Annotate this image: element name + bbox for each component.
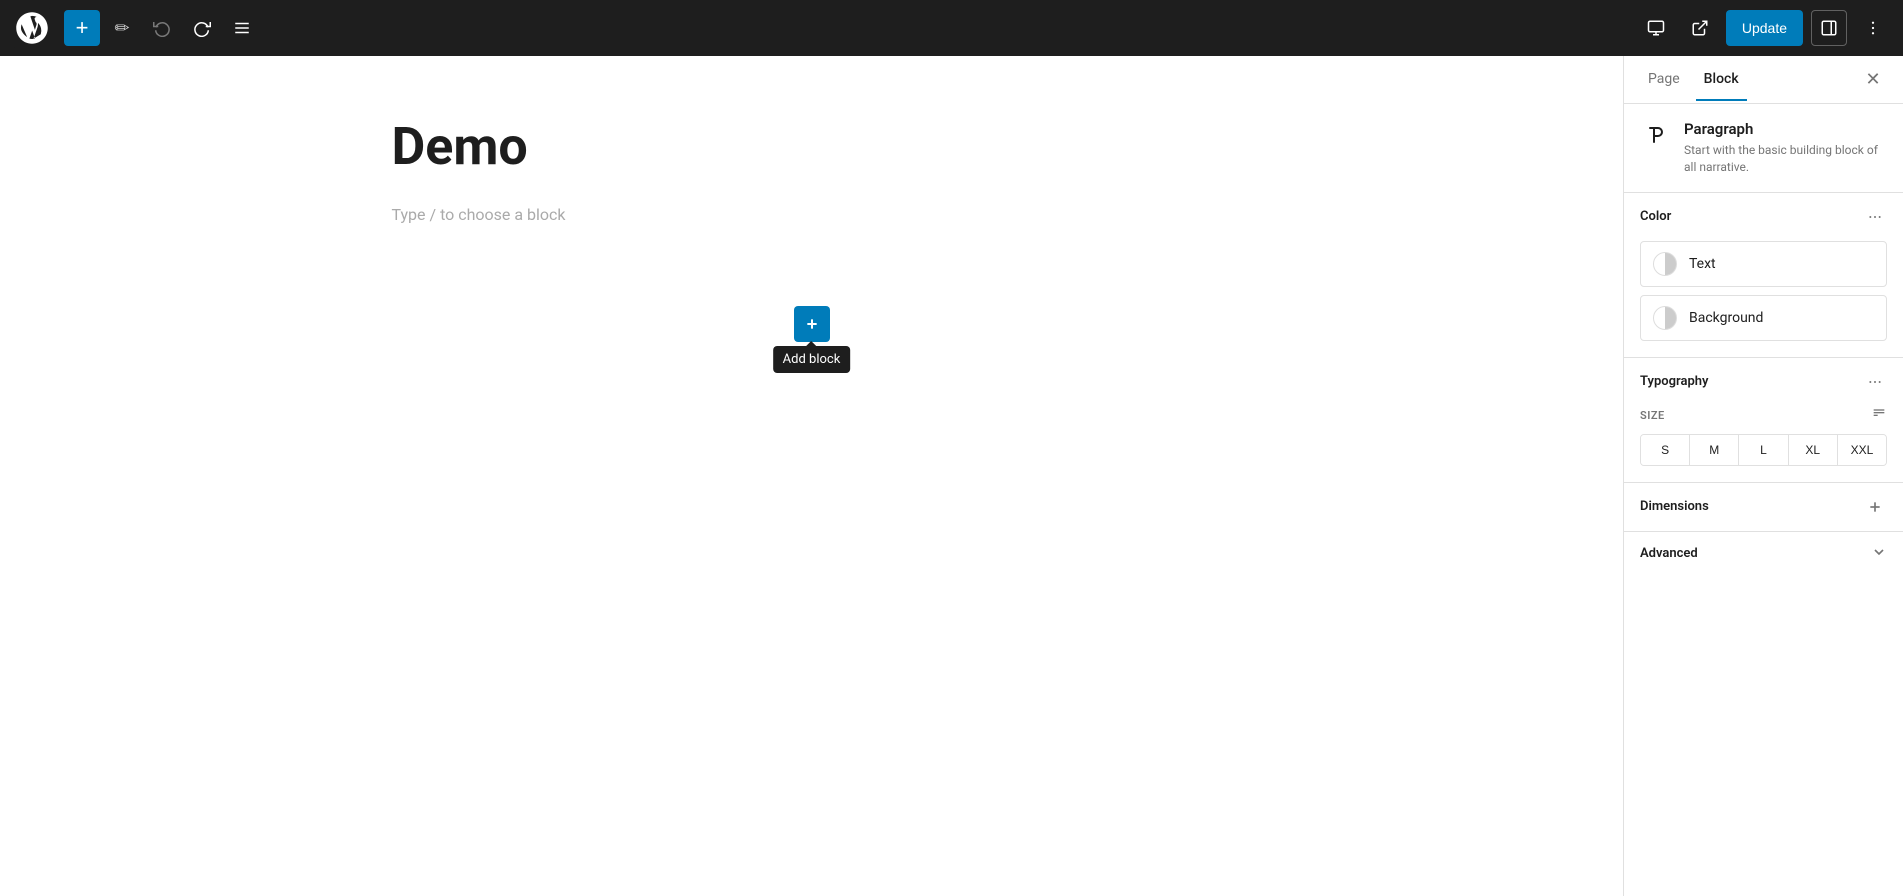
size-btn-xl[interactable]: XL [1789,435,1838,465]
size-btn-m[interactable]: M [1690,435,1739,465]
add-block-tooltip: Add block [773,346,851,373]
size-btn-s[interactable]: S [1641,435,1690,465]
color-section: Color Text Background [1624,193,1903,358]
sidebar-toggle-button[interactable] [1811,10,1847,46]
undo-button[interactable] [144,10,180,46]
dimensions-section: Dimensions [1624,483,1903,532]
color-section-header: Color [1624,193,1903,241]
size-label: SIZE [1640,406,1887,426]
edit-tool-button[interactable]: ✏ [104,10,140,46]
wp-logo-icon [12,8,52,48]
size-buttons: S M L XL XXL [1640,434,1887,466]
tab-block[interactable]: Block [1696,59,1747,101]
add-block-toolbar-button[interactable]: + [64,10,100,46]
dimensions-title: Dimensions [1640,499,1709,514]
color-option-text[interactable]: Text [1640,241,1887,287]
typography-controls: SIZE S M L XL XXL [1624,406,1903,482]
color-section-title: Color [1640,209,1671,224]
redo-button[interactable] [184,10,220,46]
size-btn-xxl[interactable]: XXL [1838,435,1886,465]
block-description: Start with the basic building block of a… [1684,142,1887,176]
editor-canvas[interactable]: Demo Type / to choose a block Add block [0,56,1623,896]
list-view-button[interactable] [224,10,260,46]
paragraph-icon [1640,120,1672,152]
advanced-title: Advanced [1640,546,1698,561]
color-option-background[interactable]: Background [1640,295,1887,341]
size-controls-icon [1871,406,1887,426]
sidebar-header: Page Block ✕ [1624,56,1903,104]
editor-inner: Demo Type / to choose a block [392,116,1232,228]
background-color-swatch [1653,306,1677,330]
block-info: Paragraph Start with the basic building … [1624,104,1903,193]
view-button[interactable] [1638,10,1674,46]
size-btn-l[interactable]: L [1739,435,1788,465]
external-link-button[interactable] [1682,10,1718,46]
top-toolbar: + ✏ [0,0,1903,56]
dimensions-add-button[interactable] [1863,495,1887,519]
typography-section-more-button[interactable] [1863,370,1887,394]
block-placeholder[interactable]: Type / to choose a block [392,201,1232,228]
color-options: Text Background [1624,241,1903,357]
advanced-section[interactable]: Advanced [1624,532,1903,576]
add-block-canvas-button[interactable] [794,306,830,342]
color-section-more-button[interactable] [1863,205,1887,229]
typography-section-header: Typography [1624,358,1903,406]
block-title: Paragraph [1684,120,1887,138]
block-info-text: Paragraph Start with the basic building … [1684,120,1887,176]
background-color-label: Background [1689,310,1763,326]
update-button[interactable]: Update [1726,10,1803,46]
typography-section-title: Typography [1640,374,1709,389]
sidebar-close-button[interactable]: ✕ [1859,66,1887,94]
right-sidebar: Page Block ✕ Paragraph Start with the ba… [1623,56,1903,896]
main-area: Demo Type / to choose a block Add block … [0,56,1903,896]
text-color-swatch [1653,252,1677,276]
text-color-label: Text [1689,256,1716,272]
advanced-chevron-icon [1871,544,1887,564]
more-options-button[interactable] [1855,10,1891,46]
tab-page[interactable]: Page [1640,59,1688,101]
toolbar-right: Update [1638,10,1891,46]
typography-section: Typography SIZE [1624,358,1903,483]
add-block-container: Add block [794,306,830,342]
post-title[interactable]: Demo [392,116,1232,177]
